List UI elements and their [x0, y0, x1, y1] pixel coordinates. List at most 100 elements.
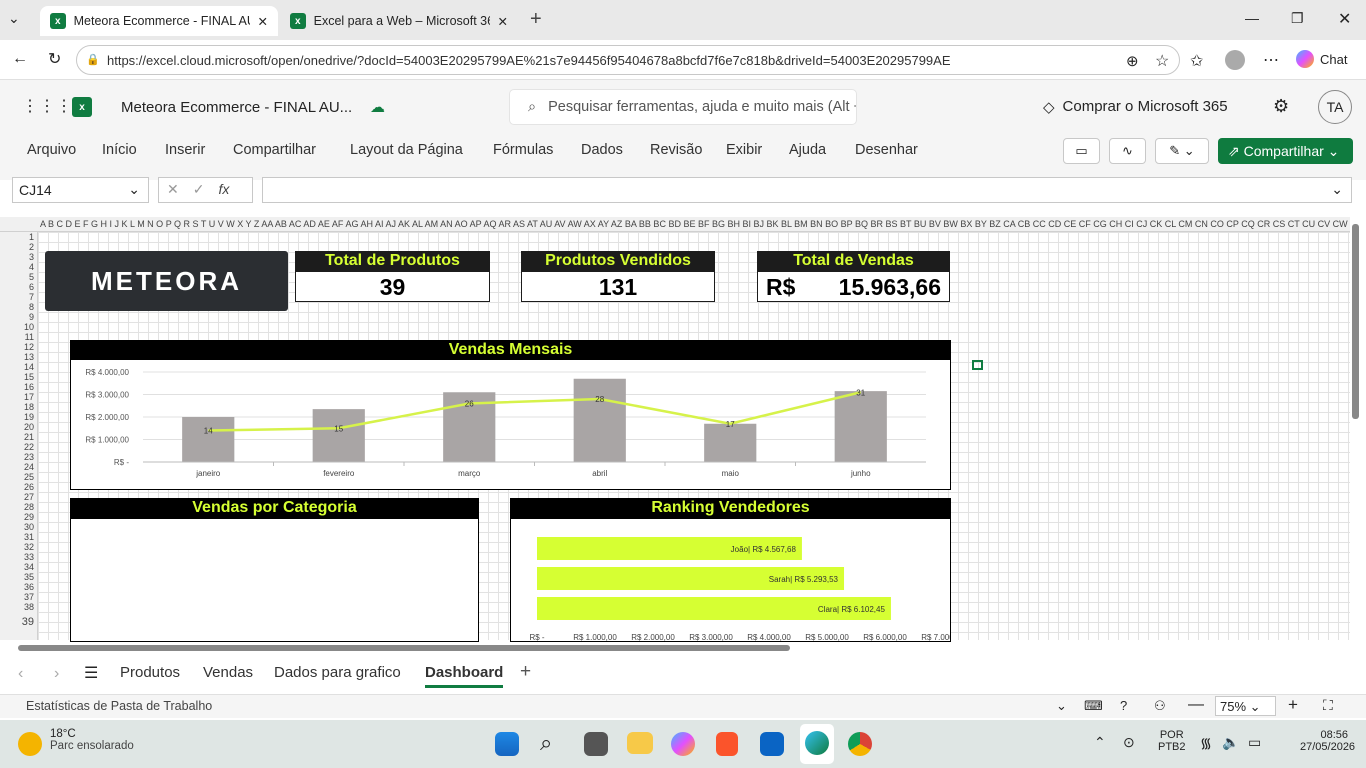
row-header[interactable]: 28 — [24, 502, 34, 512]
row-header[interactable]: 19 — [24, 412, 34, 422]
chrome-icon[interactable] — [848, 732, 872, 756]
row-header[interactable]: 35 — [24, 572, 34, 582]
tab-list-button[interactable]: ⌄ — [8, 10, 20, 27]
chevron-down-icon[interactable]: ⌄ — [1056, 698, 1067, 714]
browser-tab-meteora[interactable]: x Meteora Ecommerce - FINAL AULA ✕ — [40, 6, 278, 36]
share-button[interactable]: ⇗ Compartilhar ⌄ — [1218, 138, 1353, 164]
sheet-tab-dados-para-grafico[interactable]: Dados para grafico — [274, 664, 401, 681]
row-header[interactable]: 12 — [24, 342, 34, 352]
row-header[interactable]: 39 — [22, 617, 34, 628]
ribbon-tab-compartilhar[interactable]: Compartilhar — [233, 142, 316, 158]
sheet-nav-prev[interactable]: ‹ — [18, 665, 23, 683]
new-tab-button[interactable]: + — [530, 8, 542, 31]
row-header[interactable]: 31 — [24, 532, 34, 542]
row-header[interactable]: 30 — [24, 522, 34, 532]
maximize-button[interactable]: ❐ — [1291, 10, 1304, 27]
battery-icon[interactable]: ▭ — [1248, 734, 1261, 751]
outlook-icon[interactable] — [760, 732, 784, 756]
row-header[interactable]: 2 — [29, 242, 34, 252]
row-header[interactable]: 11 — [25, 332, 34, 342]
ribbon-tab-arquivo[interactable]: Arquivo — [27, 142, 76, 158]
minimize-button[interactable]: — — [1245, 10, 1259, 26]
search-icon[interactable]: ⌕ — [540, 730, 552, 756]
row-headers[interactable]: 1 2 3 4 5 6 7 8 9 10 11 12 13 14 15 16 17 18 19 20 21 22 23 24 2… — [0, 232, 38, 640]
row-header[interactable]: 3 — [29, 252, 34, 262]
fullscreen-icon[interactable]: ⛶ — [1323, 697, 1333, 714]
ribbon-tab-exibir[interactable]: Exibir — [726, 142, 762, 158]
row-header[interactable]: 36 — [24, 582, 34, 592]
ribbon-tab-inicio[interactable]: Início — [102, 142, 137, 158]
weather-widget[interactable]: 18°C Parc ensolarado — [18, 728, 134, 756]
wifi-icon[interactable]: ᯾ — [1200, 734, 1212, 753]
windows-start-icon[interactable] — [495, 732, 519, 756]
sheet-tab-produtos[interactable]: Produtos — [120, 664, 180, 681]
row-header[interactable]: 37 — [24, 592, 34, 602]
sheet-tab-vendas[interactable]: Vendas — [203, 664, 253, 681]
help-icon[interactable]: ? — [1120, 698, 1127, 713]
row-header[interactable]: 18 — [24, 402, 34, 412]
favorite-icon[interactable]: ☆ — [1155, 51, 1169, 71]
ranking-chart-panel[interactable]: R$ - R$ 1.000,00 R$ 2.000,00 R$ 3.000,00 R$ … — [510, 518, 951, 642]
row-header[interactable]: 27 — [24, 492, 34, 502]
row-header[interactable]: 25 — [24, 472, 34, 482]
row-header[interactable]: 9 — [29, 312, 34, 322]
row-header[interactable]: 33 — [24, 552, 34, 562]
editing-mode-button[interactable]: ✎ ⌄ — [1155, 138, 1209, 164]
url-field[interactable]: 🔒 https://excel.cloud.microsoft/open/one… — [76, 45, 1180, 75]
keyboard-icon[interactable]: ⌨ — [1084, 698, 1103, 714]
row-header[interactable]: 23 — [24, 452, 34, 462]
vertical-scrollbar[interactable] — [1352, 224, 1359, 419]
active-cell[interactable] — [972, 360, 983, 370]
category-chart-panel[interactable] — [70, 518, 479, 642]
row-header[interactable]: 1 — [29, 232, 34, 242]
row-header[interactable]: 22 — [24, 442, 34, 452]
zoom-out-button[interactable]: — — [1188, 696, 1204, 714]
clock[interactable]: 08:56 27/05/2026 — [1300, 729, 1355, 753]
horizontal-scrollbar[interactable] — [18, 645, 790, 651]
search-box[interactable]: ⌕ Pesquisar ferramentas, ajuda e muito m… — [509, 89, 857, 125]
copilot-chat-button[interactable]: Chat — [1296, 50, 1347, 68]
row-header[interactable]: 14 — [24, 362, 34, 372]
row-header[interactable]: 17 — [24, 392, 34, 402]
formula-input[interactable]: ⌄ — [262, 177, 1352, 203]
row-header[interactable]: 24 — [24, 462, 34, 472]
chevron-up-icon[interactable]: ⌃ — [1094, 734, 1106, 751]
accessibility-icon[interactable]: ⚇ — [1154, 698, 1166, 714]
ribbon-tab-formulas[interactable]: Fórmulas — [493, 142, 553, 158]
favorites-icon[interactable]: ✩ — [1190, 51, 1203, 71]
row-header[interactable]: 16 — [24, 382, 34, 392]
row-header[interactable]: 13 — [24, 352, 34, 362]
network-status-icon[interactable]: ⊙ — [1123, 734, 1135, 751]
ribbon-tab-ajuda[interactable]: Ajuda — [789, 142, 826, 158]
reload-icon[interactable]: ↻ — [48, 49, 61, 69]
comments-button[interactable]: ▭ — [1063, 138, 1100, 164]
add-sheet-button[interactable]: + — [520, 661, 531, 683]
name-box[interactable]: CJ14 ⌄ — [12, 177, 149, 203]
brave-browser-icon[interactable] — [716, 732, 738, 756]
row-header[interactable]: 21 — [24, 432, 34, 442]
volume-icon[interactable]: 🔈 — [1222, 734, 1239, 751]
row-header[interactable]: 26 — [24, 482, 34, 492]
buy-microsoft-365-button[interactable]: ◇ Comprar o Microsoft 365 — [1043, 98, 1228, 116]
expand-chevron-icon[interactable]: ⌄ — [1331, 181, 1343, 198]
task-view-icon[interactable] — [584, 732, 608, 756]
ribbon-tab-desenhar[interactable]: Desenhar — [855, 142, 918, 158]
row-header[interactable]: 6 — [29, 282, 34, 292]
row-header[interactable]: 20 — [24, 422, 34, 432]
file-explorer-icon[interactable] — [627, 732, 653, 754]
row-header[interactable]: 5 — [29, 272, 34, 282]
cancel-icon[interactable]: ✕ — [167, 181, 179, 199]
ribbon-tab-dados[interactable]: Dados — [581, 142, 623, 158]
close-icon[interactable]: ✕ — [258, 14, 268, 29]
zoom-select[interactable]: 75% ⌄ — [1215, 696, 1276, 716]
ribbon-tab-inserir[interactable]: Inserir — [165, 142, 205, 158]
back-icon[interactable]: ← — [12, 50, 28, 68]
ribbon-tab-layout[interactable]: Layout da Página — [350, 142, 463, 158]
ribbon-tab-revisao[interactable]: Revisão — [650, 142, 702, 158]
row-header[interactable]: 7 — [29, 292, 34, 302]
monthly-chart-panel[interactable]: R$ 4.000,00 R$ 3.000,00 R$ 2.000,00 R$ 1.00… — [70, 359, 951, 490]
profile-avatar[interactable] — [1225, 50, 1245, 70]
row-header[interactable]: 32 — [24, 542, 34, 552]
row-header[interactable]: 38 — [24, 602, 34, 612]
zoom-icon[interactable]: ⊕ — [1126, 52, 1139, 70]
